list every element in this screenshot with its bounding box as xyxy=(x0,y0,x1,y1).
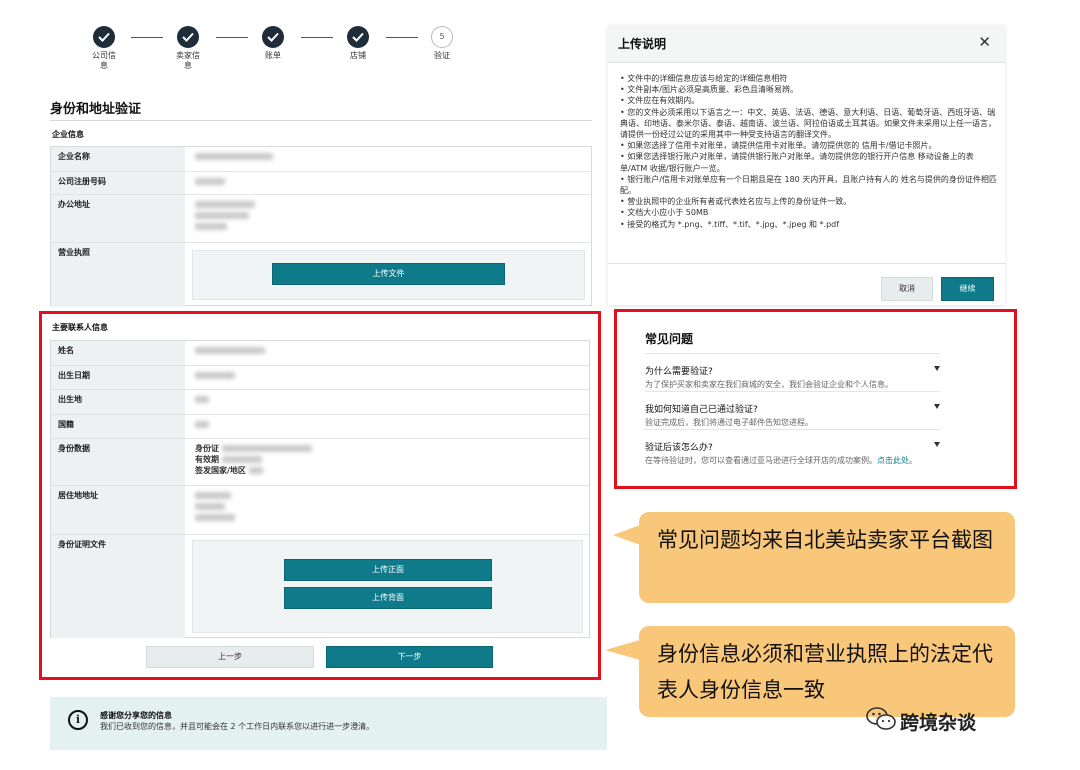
step-company-info: 公司信 息 xyxy=(74,26,134,71)
upload-instructions-panel: 上传说明 ✕ • 文件中的详细信息应该与给定的详细信息相符 • 文件副本/图片必… xyxy=(608,25,1005,305)
instruction-item: • 营业执照中的企业所有者或代表姓名应与上传的身份证件一致。 xyxy=(620,197,852,207)
faq-answer: 为了保护买家和卖家在我们商城的安全，我们会验证企业和个人信息。 xyxy=(645,380,893,389)
caret-down-icon[interactable] xyxy=(934,366,940,371)
instruction-item: • 文档大小应小于 50MB xyxy=(620,208,709,218)
panel-footer: 取消 继续 xyxy=(608,263,1005,305)
instruction-item: • 文件应在有效期内。 xyxy=(620,96,700,106)
step-verification: 5 验证 xyxy=(412,26,472,61)
company-reg-label: 公司注册号码 xyxy=(51,172,185,194)
info-banner: i 感谢您分享您的信息 我们已收到您的信息，并且可能会在 2 个工作日内联系您以… xyxy=(50,697,607,750)
business-license-label: 营业执照 xyxy=(51,243,185,307)
office-address-label: 办公地址 xyxy=(51,195,185,242)
instruction-item: • 银行账户/信用卡对账单应有一个日期且是在 180 天内开具，且账户持有人的 … xyxy=(620,174,997,196)
faq-item-after[interactable]: 验证后该怎么办? 在等待验证时，您可以查看通过亚马逊进行全球开店的成功案例。点击… xyxy=(645,429,940,479)
instruction-list: • 文件中的详细信息应该与给定的详细信息相符 • 文件副本/图片必须是高质量、彩… xyxy=(620,73,998,230)
faq-question[interactable]: 验证后该怎么办? xyxy=(645,440,940,453)
instruction-item: • 文件副本/图片必须是高质量、彩色且清晰易辨。 xyxy=(620,85,798,95)
step-seller-info: 卖家信 息 xyxy=(158,26,218,71)
caret-down-icon[interactable] xyxy=(934,404,940,409)
caret-down-icon[interactable] xyxy=(934,442,940,447)
check-icon xyxy=(93,26,115,48)
check-icon xyxy=(262,26,284,48)
company-info-form: 企业名称 公司注册号码 办公地址 营业执照 上传文件 xyxy=(50,146,592,307)
faq-title: 常见问题 xyxy=(645,332,694,346)
info-title: 感谢您分享您的信息 xyxy=(100,711,172,720)
instruction-item: • 文件中的详细信息应该与给定的详细信息相符 xyxy=(620,74,788,83)
instruction-item: • 如果您选择银行账户对账单，请提供银行账户对账单。请勿提供您的银行开户信息 移… xyxy=(620,152,974,173)
instruction-item: • 接受的格式为 *.png、*.tiff、*.tif、*.jpg、*.jpeg… xyxy=(620,219,840,229)
check-icon xyxy=(177,26,199,48)
id-match-callout: 身份信息必须和营业执照上的法定代表人身份信息一致 xyxy=(639,626,1015,717)
faq-answer-text: 在等待验证时，您可以查看通过亚马逊进行全球开店的成功案例。 xyxy=(645,456,877,465)
faq-item-why[interactable]: 为什么需要验证? 为了保护买家和卖家在我们商城的安全，我们会验证企业和个人信息。 xyxy=(645,353,940,391)
faq-question[interactable]: 为什么需要验证? xyxy=(645,364,940,377)
faq-answer: 在等待验证时，您可以查看通过亚马逊进行全球开店的成功案例。点击此处。 xyxy=(645,455,940,466)
company-name-row: 企业名称 xyxy=(51,147,591,171)
callout-pointer xyxy=(613,525,640,545)
step-billing: 账单 xyxy=(243,26,303,61)
check-icon xyxy=(347,26,369,48)
step-number: 5 xyxy=(431,26,453,48)
continue-button[interactable]: 继续 xyxy=(941,277,994,301)
wechat-icon xyxy=(866,706,896,732)
step-label: 验证 xyxy=(434,51,450,60)
step-label: 公司信 息 xyxy=(92,51,116,70)
watermark-text: 跨境杂谈 xyxy=(900,712,977,734)
office-address-row: 办公地址 xyxy=(51,194,591,242)
step-store: 店铺 xyxy=(328,26,388,61)
faq-question[interactable]: 我如何知道自己已通过验证? xyxy=(645,402,940,415)
contact-highlight-frame xyxy=(39,311,601,680)
info-text: 我们已收到您的信息，并且可能会在 2 个工作日内联系您以进行进一步澄清。 xyxy=(100,722,375,731)
company-reg-value xyxy=(185,172,591,194)
cancel-button[interactable]: 取消 xyxy=(881,277,933,301)
panel-header: 上传说明 ✕ xyxy=(608,25,1005,63)
instruction-item: • 如果您选择了信用卡对账单，请提供信用卡对账单。请勿提供您的 信用卡/借记卡照… xyxy=(620,141,937,151)
company-section-label: 企业信息 xyxy=(52,130,84,139)
faq-answer: 验证完成后，我们将通过电子邮件告知您进程。 xyxy=(645,418,813,427)
info-icon: i xyxy=(68,710,88,730)
faq-item-how-know[interactable]: 我如何知道自己已通过验证? 验证完成后，我们将通过电子邮件告知您进程。 xyxy=(645,391,940,429)
upload-file-button[interactable]: 上传文件 xyxy=(272,263,505,285)
instruction-item: • 您的文件必须采用以下语言之一：中文、英语、法语、德语、意大利语、日语、葡萄牙… xyxy=(620,107,996,140)
office-address-value xyxy=(185,195,591,242)
step-label: 账单 xyxy=(265,51,281,60)
faq-source-callout: 常见问题均来自北美站卖家平台截图 xyxy=(639,512,1015,603)
callout-pointer xyxy=(605,640,640,660)
step-label: 店铺 xyxy=(350,51,366,60)
close-icon[interactable]: ✕ xyxy=(978,33,991,51)
page-title: 身份和地址验证 xyxy=(50,102,142,117)
panel-title: 上传说明 xyxy=(618,37,667,51)
company-name-label: 企业名称 xyxy=(51,147,185,171)
divider xyxy=(50,120,592,121)
company-reg-row: 公司注册号码 xyxy=(51,171,591,194)
company-name-value xyxy=(185,147,591,171)
step-label: 卖家信 息 xyxy=(176,51,200,70)
click-here-link[interactable]: 点击此处。 xyxy=(877,456,917,465)
